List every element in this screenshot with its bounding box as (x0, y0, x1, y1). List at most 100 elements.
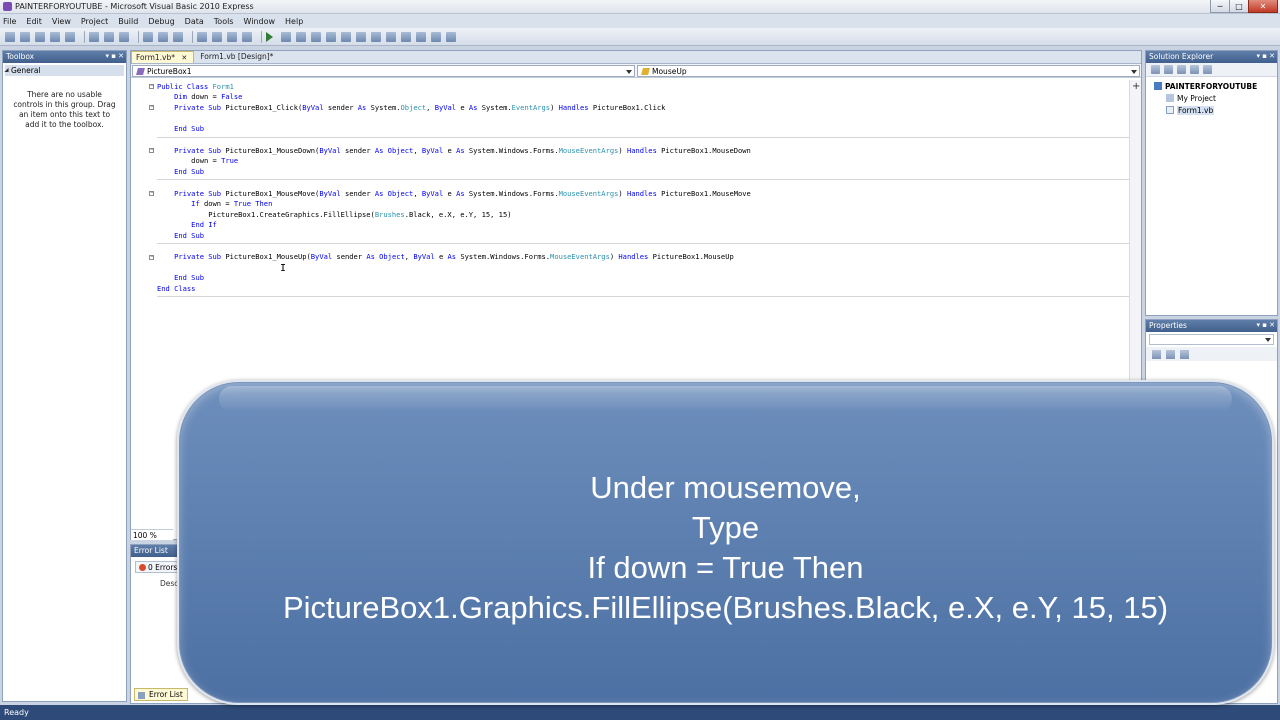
show-all-files-icon[interactable] (1164, 65, 1173, 74)
code-token: ByVal (310, 252, 333, 261)
add-item-icon[interactable] (35, 31, 45, 42)
code-token: False (221, 92, 243, 101)
close-icon[interactable]: ✕ (1269, 52, 1275, 60)
save-all-icon[interactable] (65, 31, 75, 42)
menu-file[interactable]: File (3, 17, 16, 26)
properties-icon[interactable] (1151, 65, 1160, 74)
collapse-icon[interactable]: − (149, 148, 154, 153)
errors-filter-button[interactable]: 0 Errors (135, 561, 182, 573)
object-dropdown[interactable]: PictureBox1 (132, 65, 635, 77)
toolbar-options-icon[interactable] (446, 31, 456, 42)
copy-icon[interactable] (104, 31, 114, 42)
break-all-icon[interactable] (281, 31, 291, 42)
open-file-icon[interactable] (20, 31, 30, 42)
form1-node[interactable]: Form1.vb (1166, 106, 1215, 115)
code-token: True (221, 156, 239, 165)
uncomment-icon[interactable] (173, 31, 183, 42)
code-line: Private Sub PictureBox1_MouseUp(ByVal se… (157, 252, 734, 262)
start-debugging-icon[interactable] (266, 31, 273, 42)
step-over-icon[interactable] (326, 31, 336, 42)
cut-icon[interactable] (89, 31, 99, 42)
menu-edit[interactable]: Edit (26, 17, 42, 26)
solution-explorer-header: Solution Explorer ▾ ▪ ✕ (1146, 51, 1277, 63)
object-browser-icon[interactable] (386, 31, 396, 42)
menu-view[interactable]: View (52, 17, 71, 26)
properties-window-icon[interactable] (371, 31, 381, 42)
collapse-icon[interactable]: − (149, 255, 154, 260)
find-icon[interactable] (143, 31, 153, 42)
code-token: Private Sub (174, 252, 222, 261)
view-code-icon[interactable] (1190, 65, 1199, 74)
code-token: As Object (374, 189, 414, 198)
immediate-window-icon[interactable] (431, 31, 441, 42)
menu-window[interactable]: Window (243, 17, 275, 26)
categorized-icon[interactable] (1152, 349, 1161, 359)
toolbox-header: Toolbox ▾ ▪ ✕ (3, 51, 126, 63)
pin-icon[interactable]: ▾ ▪ (106, 52, 116, 60)
save-icon[interactable] (50, 31, 60, 42)
collapse-icon[interactable]: − (149, 105, 154, 110)
tab-form1-vb[interactable]: Form1.vb* ✕ (131, 51, 195, 63)
minimize-button[interactable]: ─ (1210, 0, 1230, 13)
close-icon[interactable]: ✕ (118, 52, 124, 60)
code-token: True Then (233, 199, 273, 208)
tab-error-list[interactable]: Error List (134, 688, 188, 701)
code-token: End Sub (174, 167, 204, 176)
code-token: ) (550, 103, 555, 112)
redo-icon[interactable] (212, 31, 222, 42)
menu-build[interactable]: Build (118, 17, 138, 26)
zoom-level[interactable]: 100 % (131, 529, 173, 540)
paste-icon[interactable] (119, 31, 129, 42)
my-project-node[interactable]: My Project (1166, 94, 1216, 103)
alphabetical-icon[interactable] (1166, 349, 1175, 359)
stop-debugging-icon[interactable] (296, 31, 306, 42)
toolbar-separator (261, 30, 262, 43)
refresh-icon[interactable] (1177, 65, 1186, 74)
object-selector-dropdown[interactable] (1149, 334, 1274, 345)
code-line: End If (157, 220, 217, 230)
step-out-icon[interactable] (341, 31, 351, 42)
code-token: sender (327, 103, 354, 112)
navigate-forward-icon[interactable] (242, 31, 252, 42)
pin-icon[interactable]: ▾ ▪ (1257, 321, 1267, 329)
code-token: PictureBox1_MouseDown( (225, 146, 320, 155)
split-window-icon[interactable]: + (1132, 82, 1140, 92)
collapse-icon[interactable]: − (149, 84, 154, 89)
view-designer-icon[interactable] (1203, 65, 1212, 74)
error-list-icon[interactable] (416, 31, 426, 42)
code-token: System.Windows.Forms. (468, 189, 559, 198)
close-window-button[interactable]: ✕ (1248, 0, 1278, 13)
property-pages-icon[interactable] (1180, 349, 1189, 359)
code-token: As (456, 189, 465, 198)
menu-project[interactable]: Project (81, 17, 108, 26)
maximize-button[interactable]: □ (1229, 0, 1249, 13)
error-icon (139, 564, 146, 571)
visual-basic-app-icon (3, 2, 12, 11)
chevron-down-icon (626, 70, 632, 74)
menu-data[interactable]: Data (185, 17, 204, 26)
solution-explorer-icon[interactable] (356, 31, 366, 42)
class-icon (136, 68, 145, 75)
undo-icon[interactable] (197, 31, 207, 42)
event-dropdown[interactable]: MouseUp (637, 65, 1140, 77)
step-into-icon[interactable] (311, 31, 321, 42)
navigate-backward-icon[interactable] (227, 31, 237, 42)
menu-tools[interactable]: Tools (214, 17, 234, 26)
code-token: Handles (626, 189, 657, 198)
tab-form1-design[interactable]: Form1.vb [Design]* (196, 51, 279, 63)
comment-icon[interactable] (158, 31, 168, 42)
toolbox-icon[interactable] (401, 31, 411, 42)
new-project-icon[interactable] (5, 31, 15, 42)
toolbox-group-general[interactable]: General (5, 65, 124, 76)
close-icon[interactable]: ✕ (1269, 321, 1275, 329)
close-tab-icon[interactable]: ✕ (181, 54, 187, 62)
collapse-icon[interactable]: − (149, 191, 154, 196)
menu-help[interactable]: Help (285, 17, 303, 26)
project-node[interactable]: PAINTERFORYOUTUBE (1154, 82, 1257, 91)
error-list-header: Error List (131, 545, 177, 557)
code-token: ByVal (319, 146, 341, 155)
menu-debug[interactable]: Debug (148, 17, 174, 26)
description-column-header[interactable]: Desc (160, 579, 178, 588)
pin-icon[interactable]: ▾ ▪ (1257, 52, 1267, 60)
status-bar: Ready (0, 705, 1280, 720)
